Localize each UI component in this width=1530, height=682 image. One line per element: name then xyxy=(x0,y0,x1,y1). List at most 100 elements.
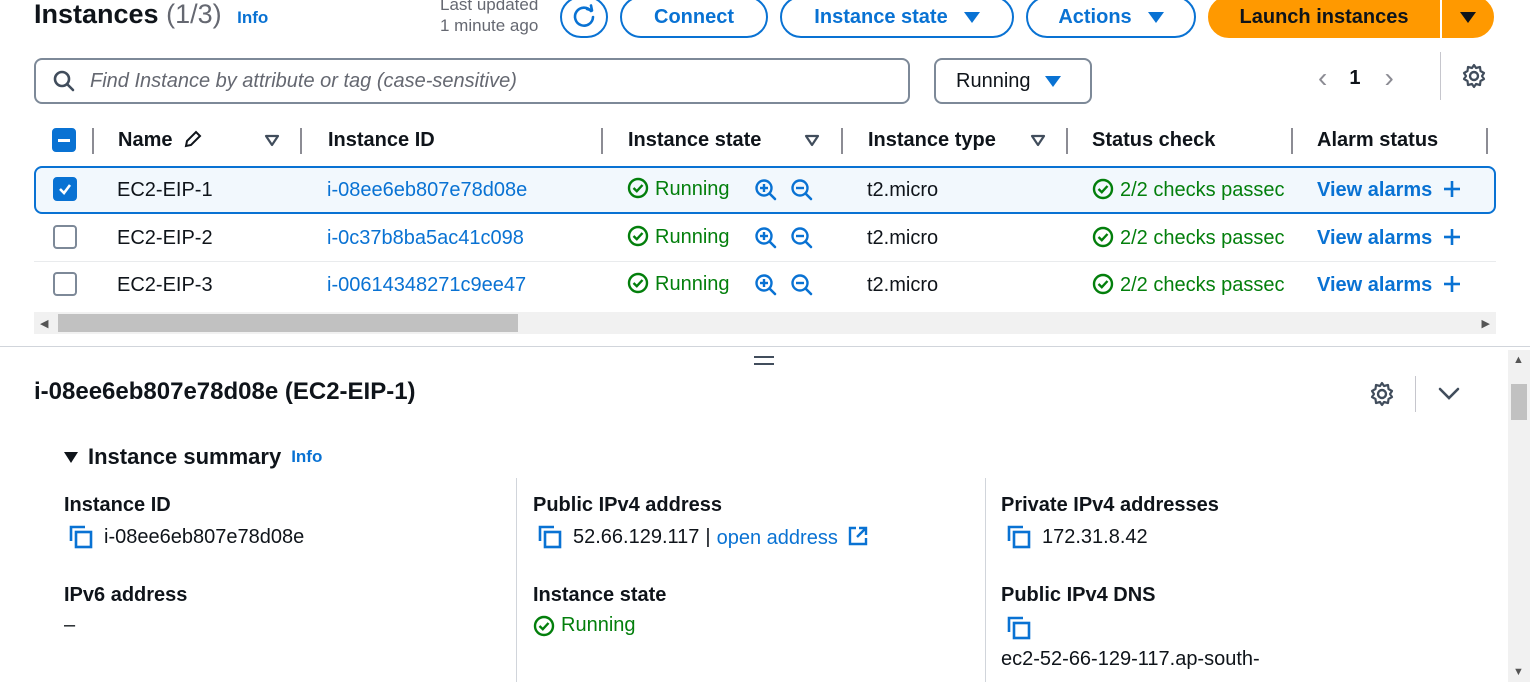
column-divider xyxy=(516,478,517,682)
copy-icon[interactable] xyxy=(1006,524,1032,550)
column-header-name[interactable]: Name xyxy=(118,128,204,152)
connect-label: Connect xyxy=(654,5,734,28)
refresh-button[interactable] xyxy=(560,0,608,38)
zoom-out-icon[interactable] xyxy=(790,273,814,297)
external-link-icon xyxy=(849,526,868,545)
view-alarms-label: View alarms xyxy=(1317,179,1433,201)
column-header-alarm-status[interactable]: Alarm status xyxy=(1317,129,1438,152)
resize-handle[interactable] xyxy=(754,356,774,370)
search-icon xyxy=(53,70,75,92)
view-alarms-link[interactable]: View alarms xyxy=(1317,274,1462,297)
column-label: Alarm status xyxy=(1317,128,1439,151)
sort-icon[interactable] xyxy=(1030,134,1046,147)
zoom-out-icon[interactable] xyxy=(790,226,814,250)
table-row[interactable]: EC2-EIP-1 i-08ee6eb807e78d08e Running t2… xyxy=(34,166,1496,214)
zoom-in-icon[interactable] xyxy=(754,273,778,297)
view-alarms-link[interactable]: View alarms xyxy=(1317,179,1462,202)
info-link[interactable]: Info xyxy=(237,8,268,27)
copy-icon[interactable] xyxy=(537,524,563,550)
field-label: Instance state xyxy=(533,584,667,606)
field-label: Public IPv4 address xyxy=(533,494,722,516)
plus-icon xyxy=(1443,229,1460,245)
row-checkbox[interactable] xyxy=(53,177,77,201)
instance-state-cell: Running xyxy=(627,177,730,201)
column-separator[interactable] xyxy=(841,128,843,154)
public-dns-value: ec2-52-66-129-117.ap-south- xyxy=(1001,648,1260,670)
instance-summary-section[interactable]: Instance summary Info xyxy=(64,444,322,470)
open-address-link[interactable]: open address xyxy=(717,525,870,550)
zoom-in-icon[interactable] xyxy=(754,178,778,202)
status-check-text: 2/2 checks passec xyxy=(1120,274,1285,296)
vertical-scrollbar[interactable]: ▲ ▼ xyxy=(1508,350,1530,682)
page-title-text: Instances xyxy=(34,0,159,29)
info-link[interactable]: Info xyxy=(291,447,322,467)
instance-id-link[interactable]: i-0c37b8ba5ac41c098 xyxy=(327,227,524,250)
split-panel-divider xyxy=(0,346,1530,347)
check-circle-icon xyxy=(1092,178,1114,200)
column-header-status-check[interactable]: Status check xyxy=(1092,129,1215,152)
instance-state-cell: Running xyxy=(627,225,730,249)
zoom-in-icon[interactable] xyxy=(754,226,778,250)
column-header-instance-type[interactable]: Instance type xyxy=(868,129,996,152)
settings-icon[interactable] xyxy=(1461,63,1487,89)
sort-icon[interactable] xyxy=(804,134,820,147)
check-circle-icon xyxy=(533,615,555,636)
table-row[interactable]: EC2-EIP-3 i-00614348271c9ee47 Running t2… xyxy=(34,262,1496,310)
instance-id-link[interactable]: i-00614348271c9ee47 xyxy=(327,274,526,297)
scroll-down-icon[interactable]: ▼ xyxy=(1513,666,1524,678)
zoom-out-icon[interactable] xyxy=(790,178,814,202)
connect-button[interactable]: Connect xyxy=(620,0,768,38)
view-alarms-link[interactable]: View alarms xyxy=(1317,227,1462,250)
state-filter-select[interactable]: Running xyxy=(934,58,1092,104)
instance-id-link[interactable]: i-08ee6eb807e78d08e xyxy=(327,179,527,202)
field-label: Public IPv4 DNS xyxy=(1001,584,1156,606)
column-header-instance-id[interactable]: Instance ID xyxy=(328,129,435,152)
scroll-right-icon[interactable]: ▶ xyxy=(1482,317,1490,330)
column-separator[interactable] xyxy=(300,128,302,154)
column-separator[interactable] xyxy=(601,128,603,154)
select-all-checkbox[interactable] xyxy=(52,128,76,152)
check-circle-icon xyxy=(1092,273,1114,295)
chevron-down-icon[interactable] xyxy=(1437,385,1461,403)
check-circle-icon xyxy=(627,177,649,199)
column-separator[interactable] xyxy=(1486,128,1488,154)
actions-button[interactable]: Actions xyxy=(1026,0,1196,38)
actions-label: Actions xyxy=(1058,5,1132,28)
launch-options-button[interactable] xyxy=(1442,0,1494,38)
instance-state-button[interactable]: Instance state xyxy=(780,0,1014,38)
field-value: Running xyxy=(561,614,636,636)
table-row[interactable]: EC2-EIP-2 i-0c37b8ba5ac41c098 Running t2… xyxy=(34,214,1496,262)
search-bar[interactable] xyxy=(34,58,910,104)
copy-icon[interactable] xyxy=(68,524,94,550)
scroll-left-icon[interactable]: ◀ xyxy=(40,317,48,330)
current-page[interactable]: 1 xyxy=(1349,67,1360,90)
view-alarms-label: View alarms xyxy=(1317,227,1433,249)
horizontal-scrollbar[interactable]: ◀ ▶ xyxy=(34,312,1496,334)
instance-state-text: Running xyxy=(655,273,730,295)
caret-down-icon xyxy=(1044,75,1061,87)
instance-name: EC2-EIP-3 xyxy=(117,274,213,296)
copy-icon[interactable] xyxy=(1006,615,1032,641)
settings-icon[interactable] xyxy=(1369,381,1395,407)
column-separator[interactable] xyxy=(1291,128,1293,154)
row-checkbox[interactable] xyxy=(53,272,77,296)
column-separator[interactable] xyxy=(1066,128,1068,154)
status-check-cell: 2/2 checks passec xyxy=(1092,178,1292,202)
field-label: Instance ID xyxy=(64,494,171,516)
search-input[interactable] xyxy=(90,69,870,93)
sort-icon[interactable] xyxy=(264,134,280,147)
column-label: Instance state xyxy=(628,128,762,151)
scrollbar-thumb[interactable] xyxy=(1511,384,1527,420)
last-updated: Last updated 1 minute ago xyxy=(440,0,538,36)
instance-state-label: Instance state xyxy=(814,5,948,28)
scrollbar-thumb[interactable] xyxy=(58,314,518,332)
section-title: Instance summary xyxy=(88,444,282,469)
launch-instances-button[interactable]: Launch instances xyxy=(1208,0,1440,38)
next-page-icon[interactable]: › xyxy=(1384,62,1393,94)
previous-page-icon[interactable]: ‹ xyxy=(1318,62,1327,94)
row-checkbox[interactable] xyxy=(53,225,77,249)
instance-state-text: Running xyxy=(655,178,730,200)
edit-icon xyxy=(184,130,202,148)
scroll-up-icon[interactable]: ▲ xyxy=(1513,354,1524,366)
column-header-instance-state[interactable]: Instance state xyxy=(628,129,761,152)
